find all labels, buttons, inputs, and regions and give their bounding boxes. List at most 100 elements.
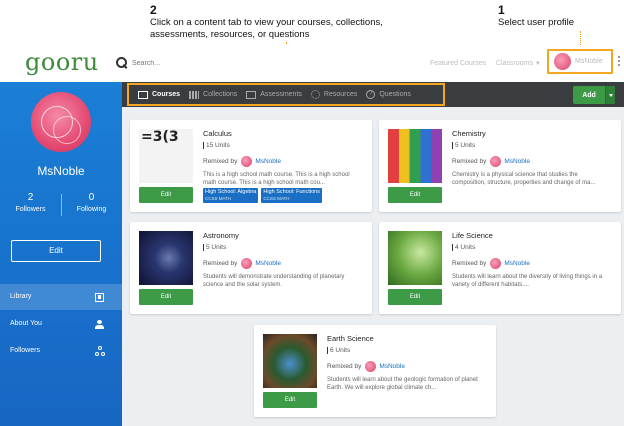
edit-course-button[interactable]: Edit [139,289,193,305]
remixed-by-label: Remixed by [203,260,238,267]
tab-courses[interactable]: Courses [138,90,181,99]
avatar [490,258,502,269]
course-title[interactable]: Astronomy [203,231,239,240]
course-description: Students will learn about the geologic f… [327,377,478,391]
content-tabs: Courses Collections Assessments Resource… [127,83,445,106]
course-thumbnail [263,334,317,388]
author-link[interactable]: MsNoble [255,260,281,267]
course-description: Students will demonstrate understanding … [203,274,345,288]
course-card-earth-science[interactable]: Edit Earth Science 6 Units Remixed by Ms… [254,325,496,417]
author-link[interactable]: MsNoble [504,158,530,165]
following-label: Following [76,206,107,213]
remixed-by-label: Remixed by [327,363,362,370]
remixed-by-label: Remixed by [452,158,487,165]
edit-course-button[interactable]: Edit [388,289,442,305]
standard-tag-label: High School: Algebra [205,189,257,195]
step-2-number: 2 [150,3,157,17]
collections-icon [189,90,200,99]
followers-stat[interactable]: 2 Followers [0,192,61,213]
tab-label: Questions [379,91,411,98]
standard-tag-label: High School: Functions [263,189,320,195]
edit-course-button[interactable]: Edit [139,187,193,203]
gooru-logo[interactable]: gooru [25,48,99,76]
remixed-by: Remixed by MsNoble [452,258,530,269]
sidebar-item-library[interactable]: Library [0,284,122,310]
course-card-chemistry[interactable]: Edit Chemistry 5 Units Remixed by MsNobl… [379,120,621,212]
library-icon [95,293,104,302]
standard-tag[interactable]: High School: Functions CCSS MATH [261,188,322,203]
course-thumbnail [388,231,442,285]
more-menu-icon[interactable] [618,56,621,68]
standard-tag-sub: CCSS MATH [205,195,232,201]
edit-profile-button[interactable]: Edit [11,240,101,262]
course-title[interactable]: Life Science [452,231,493,240]
tab-resources[interactable]: Resources [310,90,358,99]
user-profile-button[interactable]: MsNoble [547,49,613,74]
profile-username: MsNoble [37,164,85,178]
standard-tag[interactable]: High School: Algebra CCSS MATH [203,188,259,203]
avatar [241,156,253,167]
questions-icon: ? [366,90,376,99]
sidebar-item-about-you[interactable]: About You [0,311,122,337]
following-stat[interactable]: 0 Following [61,192,122,213]
course-card-astronomy[interactable]: Edit Astronomy 5 Units Remixed by MsNobl… [130,222,372,314]
add-label: Add [582,91,596,99]
edit-course-button[interactable]: Edit [263,392,317,408]
remixed-by-label: Remixed by [203,158,238,165]
course-description: Students will learn about the diversity … [452,274,603,288]
share-icon [95,346,105,356]
avatar [241,258,253,269]
course-title[interactable]: Calculus [203,129,232,138]
library-content: Courses Collections Assessments Resource… [122,82,624,426]
search-icon[interactable] [116,57,128,69]
standards-tags: High School: Algebra CCSS MATH High Scho… [203,188,322,203]
avatar [490,156,502,167]
top-navbar: gooru Featured Courses Classrooms ▼ MsNo… [0,45,624,82]
add-button[interactable]: Add [573,86,615,104]
tab-questions[interactable]: ? Questions [366,90,411,99]
followers-label: Followers [15,206,46,213]
classrooms-dropdown[interactable]: Classrooms ▼ [496,60,541,67]
course-card-life-science[interactable]: Edit Life Science 4 Units Remixed by MsN… [379,222,621,314]
avatar [554,53,571,70]
author-link[interactable]: MsNoble [379,363,405,370]
course-description: Chemistry is a physical science that stu… [452,172,596,186]
tab-label: Assessments [260,91,302,98]
search-bar[interactable] [116,57,252,69]
resources-icon [310,90,320,99]
tab-label: Resources [323,91,358,98]
course-units: 5 Units [452,142,475,149]
course-description: This is a high school math course. This … [203,172,350,186]
course-units: 4 Units [452,244,475,251]
sidebar-item-label: Followers [10,347,40,354]
person-icon [95,320,104,329]
following-count: 0 [88,192,95,203]
course-thumbnail [388,129,442,183]
sidebar-item-followers[interactable]: Followers [0,338,122,364]
tab-assessments[interactable]: Assessments [246,90,302,99]
sidebar-item-label: Library [10,293,32,300]
assessments-icon [246,90,257,99]
edit-course-button[interactable]: Edit [388,187,442,203]
course-title[interactable]: Earth Science [327,334,374,343]
remixed-by: Remixed by MsNoble [452,156,530,167]
chevron-down-icon[interactable] [605,86,615,104]
standard-tag-sub: CCSS MATH [263,195,290,201]
profile-avatar [31,92,91,152]
author-link[interactable]: MsNoble [504,260,530,267]
classrooms-label: Classrooms [496,60,533,67]
course-title[interactable]: Chemistry [452,129,486,138]
course-thumbnail [139,231,193,285]
author-link[interactable]: MsNoble [255,158,281,165]
content-tab-bar: Courses Collections Assessments Resource… [122,82,624,107]
sidebar-item-label: About You [10,320,42,327]
tab-label: Courses [152,91,181,98]
step-2-instruction-line2: assessments, resources, or questions [150,29,310,40]
featured-courses-link[interactable]: Featured Courses [430,60,486,67]
course-card-calculus[interactable]: =3(3 Edit Calculus 15 Units Remixed by M… [130,120,372,212]
search-input[interactable] [132,59,252,67]
profile-name: MsNoble [575,58,603,65]
tab-collections[interactable]: Collections [189,90,237,99]
course-units: 15 Units [203,142,230,149]
remixed-by-label: Remixed by [452,260,487,267]
